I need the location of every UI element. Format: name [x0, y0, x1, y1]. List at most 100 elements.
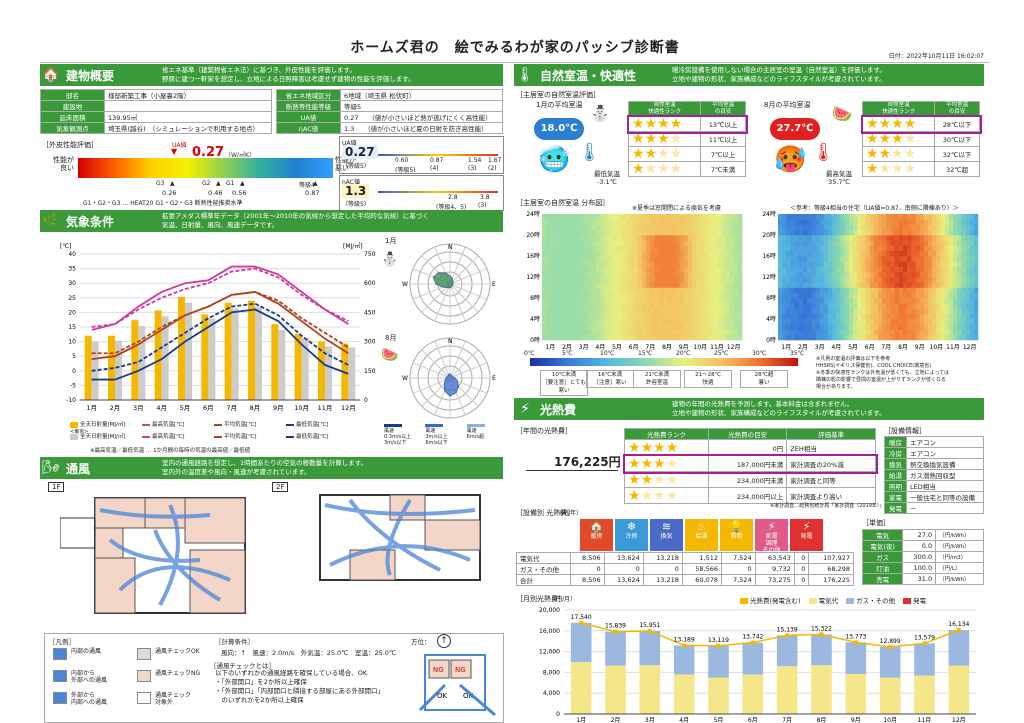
heat-cell	[895, 256, 899, 262]
heat-cell	[650, 324, 654, 330]
heat-cell	[630, 246, 634, 252]
heat-cell	[957, 251, 961, 257]
heat-cell	[799, 214, 803, 220]
heat-cell	[713, 298, 717, 304]
heat-cell	[824, 272, 828, 278]
star-icon: ★	[879, 116, 892, 132]
heat-cell	[832, 298, 836, 304]
heat-cell	[600, 235, 604, 241]
heat-cell	[845, 256, 849, 262]
heat-cell	[613, 324, 617, 330]
rank-row: ★★★★ 13℃以上	[629, 117, 746, 132]
heat-cell	[936, 288, 940, 294]
heat-cell	[791, 256, 795, 262]
heat-cell	[605, 319, 609, 325]
heat-cell	[974, 277, 978, 283]
heat-cell	[550, 267, 554, 273]
price-unit: （円/kWh）	[936, 574, 984, 585]
heat-cell	[542, 261, 546, 267]
heat-cell	[970, 319, 974, 325]
heat-cell	[588, 219, 592, 225]
heat-cell	[836, 225, 840, 231]
star-icon: ★	[891, 146, 904, 162]
heat-cell	[849, 277, 853, 283]
vent-legend-text: 通風チェック 対象外	[155, 692, 191, 706]
heat-cell	[605, 272, 609, 278]
heat-cell	[786, 282, 790, 288]
heat-cell	[949, 214, 953, 220]
heat-cell	[878, 219, 882, 225]
solar-bar	[131, 320, 138, 400]
heat-cell	[849, 272, 853, 278]
heat-cell	[588, 282, 592, 288]
heat-cell	[721, 267, 725, 273]
y2-tick-label: 450	[364, 309, 376, 316]
heat-cell	[688, 319, 692, 325]
heat-cell	[778, 235, 782, 241]
heat-cell	[546, 225, 550, 231]
cost-cell: 58,566	[682, 564, 721, 575]
heat-cell	[630, 219, 634, 225]
heat-cell	[692, 251, 696, 257]
heat-cell	[675, 251, 679, 257]
heat-cell	[625, 272, 629, 278]
heat-cell	[924, 319, 928, 325]
heat-cell	[824, 324, 828, 330]
heat-cell	[550, 240, 554, 246]
heat-cell	[920, 251, 924, 257]
heat-cell	[903, 214, 907, 220]
heat-cell	[563, 235, 567, 241]
heat-cell	[778, 261, 782, 267]
heat-cell	[700, 240, 704, 246]
heat-cell	[782, 246, 786, 252]
vent-legend-text: 通風チェックNG	[155, 670, 200, 677]
heat-cell	[696, 319, 700, 325]
heat-cell	[957, 282, 961, 288]
star-icon: ★	[641, 488, 654, 504]
heat-cell	[625, 261, 629, 267]
heat-cell	[920, 225, 924, 231]
heat-cell	[592, 324, 596, 330]
heat-cell	[671, 277, 675, 283]
ua-scale-grade: (2)	[488, 165, 497, 172]
total-point	[717, 644, 721, 648]
heat-cell	[824, 225, 828, 231]
heat-cell	[841, 288, 845, 294]
star-icon: ★	[657, 146, 670, 162]
heat-cell	[663, 230, 667, 236]
heat-cell	[786, 277, 790, 283]
solar-bar-tokyo	[255, 307, 262, 400]
heat-cell	[634, 324, 638, 330]
calc-title: ［計算条件］	[215, 636, 254, 646]
heat-cell	[932, 293, 936, 299]
heat-cell	[717, 309, 721, 315]
heat-cell	[786, 314, 790, 320]
equip-icon-tile: ❄ 冷房	[615, 519, 648, 551]
heat-cell	[705, 277, 709, 283]
heat-cell	[634, 246, 638, 252]
heat-cell	[684, 230, 688, 236]
heat-cell	[667, 282, 671, 288]
heat-cell	[730, 251, 734, 257]
heat-cell	[575, 319, 579, 325]
heat-cell	[671, 225, 675, 231]
heat-cell	[617, 293, 621, 299]
heat-cell	[916, 319, 920, 325]
heat-cell	[588, 246, 592, 252]
solar-bar-tokyo	[232, 309, 239, 400]
heat-cell	[692, 335, 696, 341]
heat-cell	[696, 324, 700, 330]
heat-cell	[795, 330, 799, 336]
heat-cell	[795, 277, 799, 283]
heat-cell	[663, 214, 667, 220]
heat-cell	[567, 288, 571, 294]
y-tick-label: 10	[68, 339, 76, 346]
heat-cell	[738, 235, 742, 241]
heat-cell	[803, 230, 807, 236]
heat-cell	[550, 272, 554, 278]
heat-cell	[924, 219, 928, 225]
heat-cell	[936, 293, 940, 299]
heat-cell	[866, 330, 870, 336]
heat-cell	[734, 282, 738, 288]
heat-cell	[688, 267, 692, 273]
